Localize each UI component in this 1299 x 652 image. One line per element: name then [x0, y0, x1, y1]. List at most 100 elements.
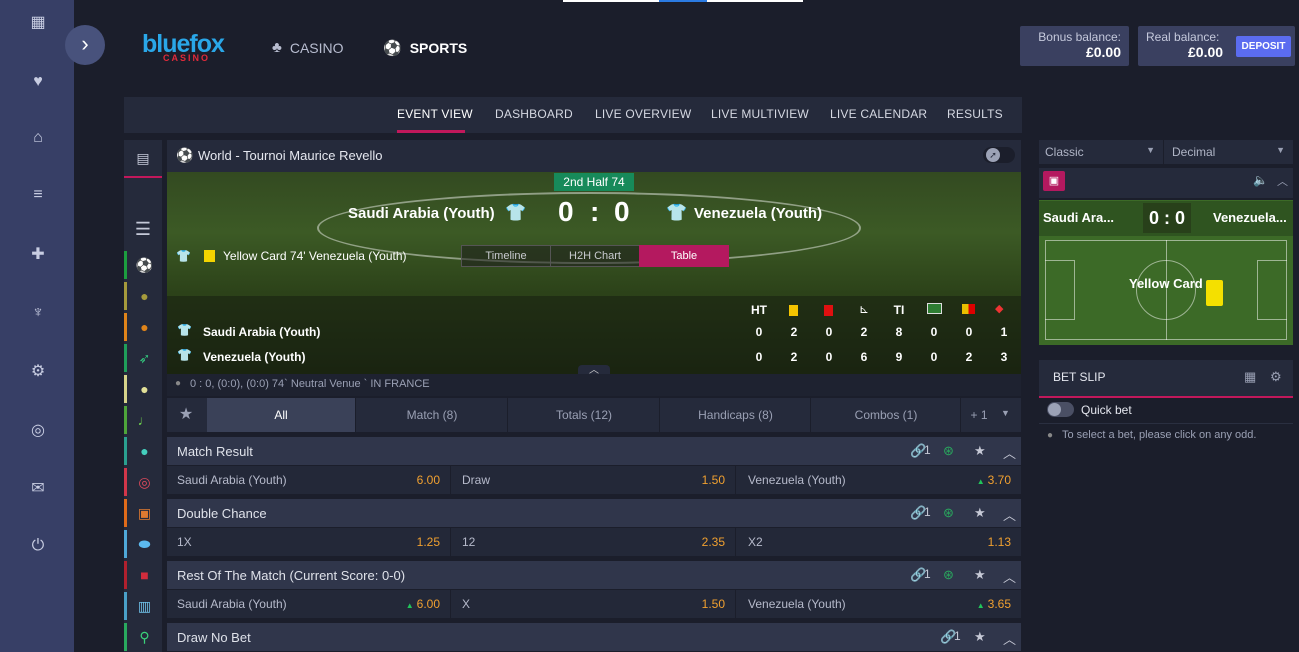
- chevron-down-icon[interactable]: ▼: [1001, 408, 1010, 418]
- odd-cell[interactable]: 1X 1.25: [167, 528, 451, 556]
- menu-icon[interactable]: ☰: [124, 215, 162, 243]
- selection-label: X2: [748, 535, 763, 549]
- hockey-icon[interactable]: ➶: [124, 344, 162, 372]
- heart-icon[interactable]: ♥: [27, 71, 49, 93]
- tab-results[interactable]: RESULTS: [947, 107, 1003, 121]
- market-tab-combos[interactable]: Combos (1): [812, 398, 961, 432]
- gift-icon[interactable]: ✚: [27, 244, 49, 266]
- info-icon: ●: [1047, 430, 1054, 441]
- support-icon[interactable]: ◎: [27, 420, 49, 442]
- baseball-icon[interactable]: ●: [124, 437, 162, 465]
- darts-icon[interactable]: ◎: [124, 468, 162, 496]
- stat-home: 8: [895, 325, 903, 339]
- tab-event-view[interactable]: EVENT VIEW: [397, 107, 473, 121]
- mini-event-label: Yellow Card: [1129, 276, 1203, 291]
- market-tab-match[interactable]: Match (8): [357, 398, 508, 432]
- favorite-star-icon[interactable]: ★: [974, 567, 986, 583]
- collapse-chevron-icon[interactable]: ︿: [1003, 505, 1016, 524]
- calculator-icon[interactable]: ▦: [1244, 369, 1256, 385]
- away-team-name: Venezuela (Youth): [694, 205, 823, 222]
- basketball-icon[interactable]: ●: [124, 313, 162, 341]
- away-score: 0: [614, 196, 630, 227]
- golf-icon[interactable]: ⚲: [124, 623, 162, 651]
- volleyball-icon[interactable]: ●: [124, 375, 162, 403]
- gear-icon[interactable]: ⚙: [1270, 369, 1282, 385]
- collapse-chevron-icon[interactable]: ︿: [1003, 567, 1016, 586]
- stat-home: 0: [755, 325, 763, 339]
- collapse-chevron-icon[interactable]: ︿: [1003, 443, 1016, 462]
- cashout-icon[interactable]: ⊛: [943, 443, 954, 459]
- tab-live-overview[interactable]: LIVE OVERVIEW: [595, 107, 691, 121]
- tab-table[interactable]: Table: [639, 245, 729, 267]
- cashout-icon[interactable]: ⊛: [943, 505, 954, 521]
- last-event: Yellow Card 74' Venezuela (Youth): [223, 249, 407, 263]
- deposit-button[interactable]: DEPOSIT: [1236, 36, 1291, 57]
- market-link-count: 1: [924, 567, 931, 581]
- odd-cell[interactable]: Venezuela (Youth) ▲ 3.65: [738, 590, 1021, 618]
- calculator-sport-icon[interactable]: ▥: [124, 592, 162, 620]
- market-title: Rest Of The Match (Current Score: 0-0): [177, 568, 406, 583]
- tennis-icon[interactable]: ●: [124, 282, 162, 310]
- market-tab-more[interactable]: + 1: [962, 398, 996, 432]
- sound-icon[interactable]: 🔈: [1253, 173, 1268, 187]
- market-header[interactable]: Double Chance 🔗 1 ⊛ ★ ︿: [167, 499, 1021, 527]
- odd-value: 2.35: [701, 535, 725, 549]
- favorite-star-icon[interactable]: ★: [974, 443, 986, 459]
- dashboard-icon[interactable]: ▦: [27, 12, 49, 34]
- favorite-star-icon[interactable]: ★: [974, 629, 986, 645]
- market-title: Match Result: [177, 444, 253, 459]
- tab-live-multiview[interactable]: LIVE MULTIVIEW: [711, 107, 809, 121]
- tab-live-calendar[interactable]: LIVE CALENDAR: [830, 107, 927, 121]
- table-tennis-icon[interactable]: ♩: [124, 406, 162, 434]
- bank-icon[interactable]: ⌂: [27, 127, 49, 149]
- collapse-chevron-icon[interactable]: ︿: [1003, 629, 1016, 648]
- cricket-icon[interactable]: ▣: [124, 499, 162, 527]
- football-icon[interactable]: ⚽: [124, 251, 162, 279]
- odd-cell[interactable]: 12 2.35: [452, 528, 736, 556]
- market-header[interactable]: Draw No Bet 🔗 1 ★ ︿: [167, 623, 1021, 651]
- market-tab-all[interactable]: All: [207, 398, 356, 432]
- bonus-balance-label: Bonus balance:: [1038, 30, 1121, 44]
- trophy-icon[interactable]: ♆: [27, 302, 49, 324]
- collapse-chevron-icon[interactable]: ︿: [1277, 173, 1288, 189]
- left-sidebar: ▦ ♥ ⌂ ≡ ✚ ♆ ⚙ ◎ ✉ ⏻: [0, 0, 74, 652]
- stat-home: 2: [790, 325, 798, 339]
- odd-cell[interactable]: Draw 1.50: [452, 466, 736, 494]
- odd-value: 3.70: [987, 473, 1011, 487]
- cashier-icon[interactable]: ≡: [27, 184, 49, 206]
- home-score: 0: [558, 196, 574, 227]
- sidebar-toggle-button[interactable]: ›: [65, 25, 105, 65]
- odd-cell[interactable]: X 1.50: [452, 590, 736, 618]
- score-separator: :: [590, 196, 600, 227]
- tab-h2h-chart[interactable]: H2H Chart: [550, 245, 640, 267]
- market-header[interactable]: Rest Of The Match (Current Score: 0-0) 🔗…: [167, 561, 1021, 589]
- ice-hockey-icon[interactable]: ⬬: [124, 530, 162, 558]
- chat-icon[interactable]: ✉: [27, 478, 49, 500]
- favorite-star-icon[interactable]: ★: [974, 505, 986, 521]
- market-tab-totals[interactable]: Totals (12): [509, 398, 660, 432]
- tab-dashboard[interactable]: DASHBOARD: [495, 107, 573, 121]
- logout-icon[interactable]: ⏻: [27, 535, 49, 557]
- list-icon[interactable]: ▤: [124, 144, 162, 172]
- odd-cell[interactable]: X2 1.13: [738, 528, 1021, 556]
- odd-cell[interactable]: Saudi Arabia (Youth) 6.00: [167, 466, 451, 494]
- odd-cell[interactable]: Venezuela (Youth) ▲ 3.70: [738, 466, 1021, 494]
- odd-cell[interactable]: Saudi Arabia (Youth) ▲ 6.00: [167, 590, 451, 618]
- settings-icon[interactable]: ⚙: [27, 361, 49, 383]
- cashout-icon[interactable]: ⊛: [943, 567, 954, 583]
- active-tab-indicator: [397, 130, 465, 133]
- tab-timeline[interactable]: Timeline: [461, 245, 551, 267]
- live-toggle[interactable]: ➚: [983, 147, 1015, 163]
- market-header[interactable]: Match Result 🔗 1 ⊛ ★ ︿: [167, 437, 1021, 465]
- bonus-balance[interactable]: Bonus balance: £0.00: [1020, 26, 1129, 66]
- market-tab-handicaps[interactable]: Handicaps (8): [661, 398, 811, 432]
- quickbet-toggle[interactable]: [1047, 402, 1074, 417]
- dota-icon[interactable]: ■: [124, 561, 162, 589]
- pitch-view-icon[interactable]: ▣: [1043, 171, 1065, 191]
- format-select[interactable]: Classic ▼: [1039, 140, 1164, 164]
- nav-sports[interactable]: ⚽ SPORTS: [383, 39, 467, 57]
- star-icon[interactable]: ★: [167, 398, 205, 432]
- odds-format-select[interactable]: Decimal ▼: [1166, 140, 1293, 164]
- mini-right-box: [1257, 260, 1287, 320]
- nav-casino[interactable]: ♣ CASINO: [272, 39, 344, 56]
